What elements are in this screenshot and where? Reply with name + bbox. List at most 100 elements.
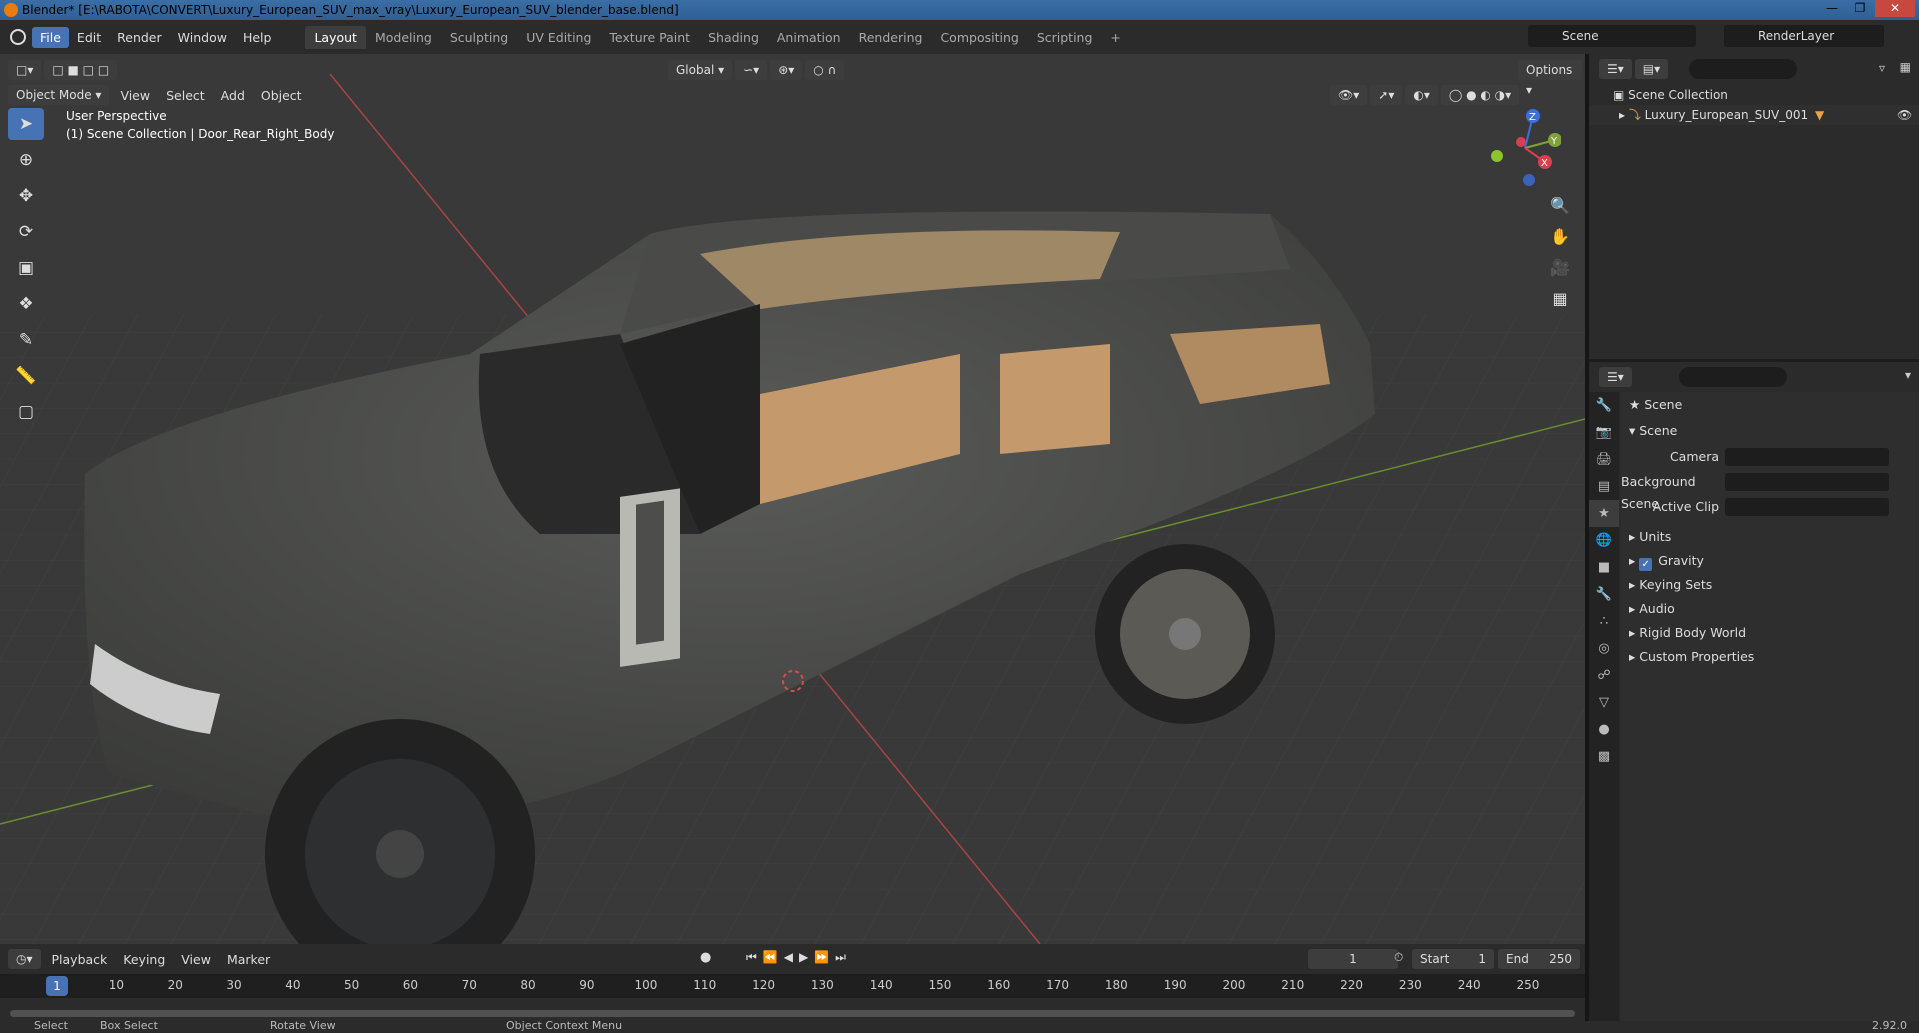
shading-modes-icon[interactable]: ◯ ● ◐ ◑▾ xyxy=(1440,85,1520,105)
pivot-icon[interactable]: ∽▾ xyxy=(735,60,768,80)
options-dropdown[interactable]: Options ▾ xyxy=(1518,60,1582,97)
playback-controls[interactable]: ⏮⏪◀▶⏩⏭ xyxy=(746,950,852,965)
mode-dropdown[interactable]: Object Mode ▾ xyxy=(8,85,110,105)
menu-render[interactable]: Render xyxy=(109,27,170,48)
scene-selector[interactable]: Scene xyxy=(1528,25,1696,47)
background-scene-field[interactable] xyxy=(1725,473,1889,491)
audio-panel[interactable]: ▸ Audio xyxy=(1621,598,1919,620)
expand-icon[interactable]: ▸ xyxy=(1619,108,1629,122)
viewport-menu-view[interactable]: View xyxy=(112,88,158,103)
zoom-icon[interactable]: 🔍 xyxy=(1546,192,1574,220)
properties-options-icon[interactable]: ▾ xyxy=(1905,368,1911,382)
texture-tab-icon[interactable]: ▩ xyxy=(1589,743,1619,770)
outliner-search[interactable] xyxy=(1689,59,1797,79)
material-tab-icon[interactable]: ● xyxy=(1589,716,1619,743)
tab-rendering[interactable]: Rendering xyxy=(850,26,932,49)
object-tab-icon[interactable]: ■ xyxy=(1589,554,1619,581)
timeline-scrollbar[interactable] xyxy=(10,1010,1575,1017)
cursor-tool-icon[interactable]: ⊕ xyxy=(8,144,44,176)
timeline-menu-playback[interactable]: Playback xyxy=(44,952,116,967)
annotate-tool-icon[interactable]: ✎ xyxy=(8,324,44,356)
timeline-editor-type-icon[interactable]: ◷▾ xyxy=(8,949,41,969)
tab-modeling[interactable]: Modeling xyxy=(366,26,441,49)
tab-layout[interactable]: Layout xyxy=(305,25,366,49)
proportional-icon[interactable]: ○ ∩ xyxy=(805,60,845,80)
particles-tab-icon[interactable]: ∴ xyxy=(1589,608,1619,635)
outliner-object-row[interactable]: ▸ ⤵ Luxury_European_SUV_001 ▼ 👁 xyxy=(1589,105,1919,125)
add-workspace-icon[interactable]: + xyxy=(1101,26,1129,49)
tab-texture-paint[interactable]: Texture Paint xyxy=(600,26,699,49)
gizmo-icon[interactable]: ➚▾ xyxy=(1370,85,1403,105)
close-icon[interactable]: ✕ xyxy=(1875,0,1915,17)
gravity-checkbox[interactable]: ✓ xyxy=(1639,558,1653,571)
editor-type-icon[interactable]: □▾ xyxy=(8,60,42,80)
blender-menu-icon[interactable] xyxy=(10,29,26,45)
physics-tab-icon[interactable]: ◎ xyxy=(1589,635,1619,662)
display-mode-icon[interactable]: ▤▾ xyxy=(1634,59,1669,79)
timeline-ruler[interactable]: 1 10 20 30 40 50 60 70 80 90 100 110 120 130 140 150 16… xyxy=(0,974,1585,998)
tab-scripting[interactable]: Scripting xyxy=(1028,26,1102,49)
overlay-icon[interactable]: ◐▾ xyxy=(1405,85,1438,105)
scene-panel-header[interactable]: ▾ Scene xyxy=(1621,420,1919,442)
properties-editor-type-icon[interactable]: ☰▾ xyxy=(1599,367,1632,387)
modifier-tab-icon[interactable]: 🔧 xyxy=(1589,581,1619,608)
timer-icon[interactable]: ⏱ xyxy=(1394,950,1403,965)
rotate-tool-icon[interactable]: ⟳ xyxy=(8,216,44,248)
tool-tab-icon[interactable]: 🔧 xyxy=(1589,392,1619,419)
playhead[interactable]: 1 xyxy=(46,976,68,996)
properties-search[interactable] xyxy=(1679,367,1787,387)
tab-sculpting[interactable]: Sculpting xyxy=(441,26,517,49)
menu-edit[interactable]: Edit xyxy=(69,27,109,48)
tab-shading[interactable]: Shading xyxy=(699,26,768,49)
measure-tool-icon[interactable]: 📏 xyxy=(8,360,44,392)
viewport-menu-add[interactable]: Add xyxy=(213,88,253,103)
orientation-dropdown[interactable]: Global ▾ xyxy=(668,60,733,80)
custom-properties-panel[interactable]: ▸ Custom Properties xyxy=(1621,646,1919,668)
menu-help[interactable]: Help xyxy=(235,27,280,48)
timeline-menu-keying[interactable]: Keying xyxy=(115,952,173,967)
constraints-tab-icon[interactable]: ☍ xyxy=(1589,662,1619,689)
tab-compositing[interactable]: Compositing xyxy=(931,26,1027,49)
pan-hand-icon[interactable]: ✋ xyxy=(1546,223,1574,251)
output-tab-icon[interactable]: 🖨 xyxy=(1589,446,1619,473)
current-frame-field[interactable]: 1 xyxy=(1308,949,1398,969)
outliner-editor-type-icon[interactable]: ☰▾ xyxy=(1599,59,1632,79)
viewport-menu-object[interactable]: Object xyxy=(253,88,310,103)
tab-uv-editing[interactable]: UV Editing xyxy=(517,26,600,49)
scale-tool-icon[interactable]: ▣ xyxy=(8,252,44,284)
data-tab-icon[interactable]: ▽ xyxy=(1589,689,1619,716)
gravity-panel[interactable]: ▸ ✓ Gravity xyxy=(1621,550,1919,572)
menu-file[interactable]: File xyxy=(32,26,69,48)
units-panel[interactable]: ▸ Units xyxy=(1621,526,1919,548)
timeline-body[interactable] xyxy=(0,998,1585,1023)
active-clip-field[interactable] xyxy=(1725,498,1889,516)
render-tab-icon[interactable]: 📷 xyxy=(1589,419,1619,446)
rigid-body-world-panel[interactable]: ▸ Rigid Body World xyxy=(1621,622,1919,644)
end-frame-field[interactable]: End 250 xyxy=(1498,949,1580,969)
filter-icon[interactable]: ▿ xyxy=(1879,61,1885,75)
scene-tab-icon[interactable]: ★ xyxy=(1589,500,1619,527)
keying-sets-panel[interactable]: ▸ Keying Sets xyxy=(1621,574,1919,596)
visibility-icon[interactable]: 👁▾ xyxy=(1330,85,1368,105)
snap-icon[interactable]: ⊛▾ xyxy=(770,60,803,80)
move-tool-icon[interactable]: ✥ xyxy=(8,180,44,212)
minimize-icon[interactable]: — xyxy=(1819,0,1845,17)
camera-field[interactable] xyxy=(1725,448,1889,466)
view-layer-tab-icon[interactable]: ▤ xyxy=(1589,473,1619,500)
transform-tool-icon[interactable]: ❖ xyxy=(8,288,44,320)
select-mode-icons[interactable]: □ ■ □ □ xyxy=(44,60,118,80)
world-tab-icon[interactable]: 🌐 xyxy=(1589,527,1619,554)
timeline-menu-view[interactable]: View xyxy=(173,952,219,967)
restore-icon[interactable]: ❐ xyxy=(1847,0,1873,17)
autokey-record-icon[interactable]: ● xyxy=(700,950,711,965)
start-frame-field[interactable]: Start 1 xyxy=(1412,949,1494,969)
renderlayer-selector[interactable]: RenderLayer xyxy=(1724,25,1884,47)
new-collection-icon[interactable]: ▦ xyxy=(1900,60,1911,74)
tab-animation[interactable]: Animation xyxy=(768,26,850,49)
viewport-menu-select[interactable]: Select xyxy=(158,88,213,103)
select-tool-icon[interactable]: ➤ xyxy=(8,108,44,140)
visibility-eye-icon[interactable]: 👁 xyxy=(1897,105,1912,125)
timeline-menu-marker[interactable]: Marker xyxy=(219,952,278,967)
menu-window[interactable]: Window xyxy=(170,27,235,48)
ortho-grid-icon[interactable]: ▦ xyxy=(1546,285,1574,313)
